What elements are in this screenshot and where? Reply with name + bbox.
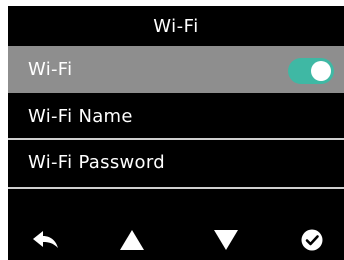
- device-screen: Wi-Fi Wi-Fi Wi-Fi Name Wi-Fi Password: [8, 6, 344, 260]
- divider: [8, 187, 344, 189]
- up-button[interactable]: [112, 220, 152, 260]
- down-triangle-icon: [214, 230, 238, 250]
- confirm-check-icon: [301, 229, 323, 251]
- menu-item-label: Wi-Fi Password: [28, 151, 165, 173]
- wifi-toggle[interactable]: [288, 58, 334, 84]
- page-title: Wi-Fi: [8, 6, 344, 46]
- back-arrow-icon: [33, 231, 58, 248]
- up-triangle-icon: [120, 230, 144, 250]
- menu-item-wifi-name[interactable]: Wi-Fi Name: [8, 93, 344, 139]
- down-button[interactable]: [206, 220, 246, 260]
- toggle-knob: [311, 61, 331, 81]
- softkey-bar: [8, 220, 344, 260]
- menu-item-label: Wi-Fi Name: [28, 105, 133, 127]
- menu-item-label: Wi-Fi: [28, 59, 73, 80]
- back-button[interactable]: [26, 220, 66, 260]
- menu-item-wifi[interactable]: Wi-Fi: [8, 46, 344, 93]
- page-title-text: Wi-Fi: [153, 15, 199, 37]
- confirm-button[interactable]: [292, 220, 332, 260]
- menu-item-wifi-password[interactable]: Wi-Fi Password: [8, 139, 344, 185]
